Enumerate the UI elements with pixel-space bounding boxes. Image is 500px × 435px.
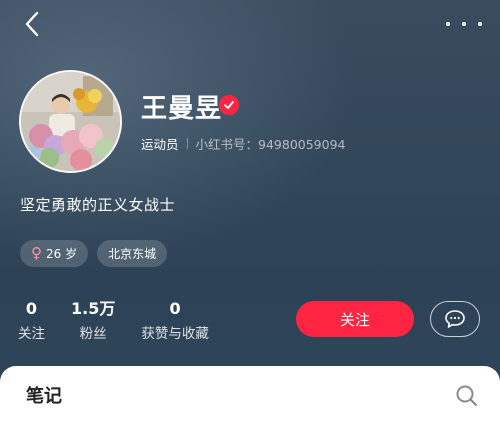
profile-meta: 运动员 小红书号：94980059094: [141, 134, 346, 152]
message-button[interactable]: [430, 301, 480, 337]
stat-label: 获赞与收藏: [141, 326, 209, 342]
stat-following[interactable]: 0 关注: [18, 298, 45, 342]
verified-badge-icon: [219, 95, 239, 115]
search-icon: [456, 385, 478, 407]
profile-tags: ♀ 26 岁 北京东城: [20, 240, 168, 267]
profile-stats: 0 关注 1.5万 粉丝 0 获赞与收藏: [18, 298, 235, 342]
tab-notes[interactable]: 笔记: [26, 382, 62, 408]
location-label: 北京东城: [108, 247, 157, 261]
more-dots-icon: [446, 22, 450, 26]
stat-likes-and-collects[interactable]: 0 获赞与收藏: [141, 298, 209, 342]
avatar[interactable]: [19, 70, 122, 173]
notes-search-button[interactable]: [454, 383, 480, 409]
chat-bubble-icon: [445, 310, 465, 328]
chevron-left-icon: [25, 11, 39, 37]
profile-name: 王曼昱: [141, 94, 223, 124]
profile-bio: 坚定勇敢的正义女战士: [20, 196, 176, 214]
top-navigation-bar: [0, 0, 500, 48]
more-options-button[interactable]: [446, 12, 482, 36]
stat-label: 粉丝: [79, 326, 107, 342]
stat-label: 关注: [18, 326, 45, 342]
female-icon: ♀: [31, 244, 42, 262]
gender-age-tag: ♀ 26 岁: [20, 240, 89, 267]
back-button[interactable]: [18, 10, 46, 38]
stat-value: 0: [169, 299, 181, 318]
age-label: 26 岁: [46, 247, 78, 261]
occupation-label: 运动员: [141, 136, 179, 152]
stat-value: 1.5万: [71, 299, 116, 318]
red-id[interactable]: 小红书号：94980059094: [196, 134, 346, 153]
location-tag: 北京东城: [97, 240, 168, 267]
notes-panel: 笔记: [0, 366, 500, 435]
stat-value: 0: [25, 299, 38, 318]
meta-divider: [186, 137, 188, 149]
stat-followers[interactable]: 1.5万 粉丝: [71, 298, 115, 342]
follow-button[interactable]: 关注: [296, 301, 414, 337]
avatar-photo: [21, 72, 120, 171]
